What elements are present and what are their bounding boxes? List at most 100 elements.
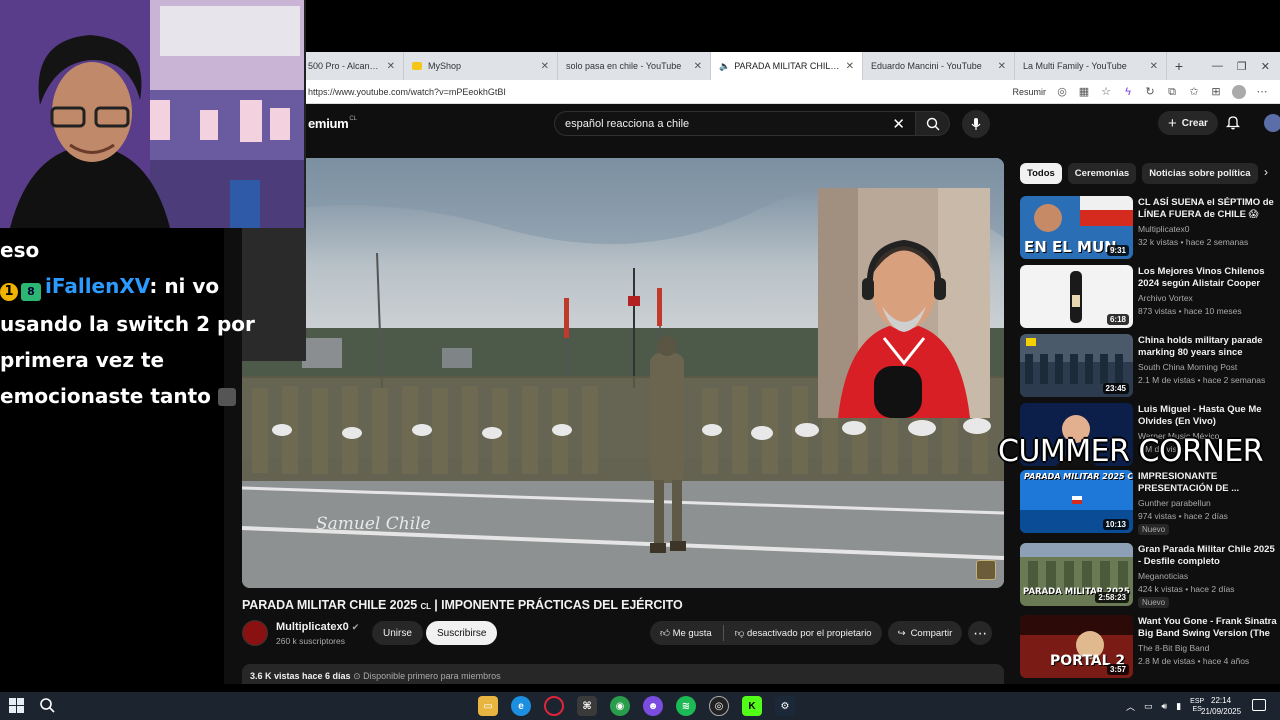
subscribe-button[interactable]: Suscribirse — [426, 621, 498, 645]
taskbar-apps: ▭ e ⌘ ◉ ☻ ≋ ◎ K ⚙ — [478, 696, 795, 716]
thumbnail-caption: PARADA MILITAR 2025 CHILE — [1024, 472, 1133, 481]
battery-icon[interactable]: ▮ — [1176, 701, 1181, 712]
favorites-icon[interactable]: ✩ — [1188, 86, 1200, 98]
tab-label: MyShop — [428, 61, 462, 71]
chat-badges: 18 — [0, 270, 45, 306]
split-view-icon[interactable]: ⧉ — [1166, 86, 1178, 98]
extension-icon[interactable]: ϟ — [1122, 86, 1134, 98]
tab-2[interactable]: solo pasa en chile - YouTube ✕ — [558, 52, 711, 80]
refresh-icon[interactable]: ↻ — [1144, 86, 1156, 98]
file-explorer-icon[interactable]: ▭ — [478, 696, 498, 716]
rec-meta: 424 k vistas • hace 2 días — [1138, 584, 1235, 594]
browser-tab-bar: 500 Pro - Alcantara ✕ MyShop ✕ solo pasa… — [300, 52, 1280, 80]
minimize-icon[interactable]: — — [1212, 60, 1223, 73]
chat-username: iFallenXV — [45, 274, 150, 298]
network-icon[interactable]: ▭ — [1144, 701, 1153, 712]
discord-icon[interactable]: ☻ — [643, 696, 663, 716]
volume-icon[interactable]: 🔊︎ — [1162, 701, 1168, 712]
notification-center-icon[interactable] — [1252, 699, 1266, 711]
recommendation-item[interactable]: 6:18 Los Mejores Vinos Chilenos 2024 seg… — [1020, 265, 1280, 329]
taskbar-clock[interactable]: 22:14 21/09/2025 — [1201, 695, 1241, 717]
description-box[interactable]: 3.6 K vistas hace 6 días ⊙ Disponible pr… — [242, 664, 1004, 684]
chip-politics-news[interactable]: Noticias sobre política — [1142, 163, 1258, 184]
kick-icon[interactable]: K — [742, 696, 762, 716]
recommendation-item[interactable]: 23:45 China holds military parade markin… — [1020, 334, 1280, 398]
share-button[interactable]: ↪ Compartir — [887, 621, 963, 645]
taskbar-search-icon[interactable] — [40, 698, 55, 718]
notifications-button[interactable] — [1225, 114, 1241, 135]
duration-badge: 2:58:23 — [1095, 592, 1129, 603]
translate-icon[interactable]: ◎ — [1056, 86, 1068, 98]
share-arrow-icon: ↪ — [897, 627, 906, 639]
channel-name[interactable]: Multiplicatex0 ✔ — [276, 621, 359, 633]
chat-line: 1 8 iFallenXV: ni vo — [0, 268, 265, 306]
more-actions-button[interactable]: ⋯ — [968, 621, 993, 645]
steam-icon[interactable]: ⚙ — [775, 696, 795, 716]
new-tab-plus-icon[interactable]: + — [1167, 58, 1191, 74]
obs-icon[interactable]: ◎ — [709, 696, 729, 716]
tab-0[interactable]: 500 Pro - Alcantara ✕ — [300, 52, 404, 80]
youtube-logo[interactable]: emiumCL — [308, 116, 357, 131]
bookmark-star-icon[interactable]: ☆ — [1100, 86, 1112, 98]
chrome-icon[interactable]: ◉ — [610, 696, 630, 716]
tab-3-active[interactable]: 🔈 PARADA MILITAR CHILE 20 ✕ — [711, 52, 863, 80]
search-box[interactable]: español reacciona a chile ✕ — [554, 111, 916, 136]
clock-date: 21/09/2025 — [1201, 707, 1242, 716]
streamer-webcam-image — [0, 0, 304, 228]
chip-ceremonies[interactable]: Ceremonias — [1067, 163, 1137, 184]
channel-avatar[interactable] — [242, 620, 268, 646]
search-input[interactable]: español reacciona a chile — [565, 118, 892, 130]
close-icon[interactable]: ✕ — [846, 61, 854, 72]
rec-meta: 873 vistas • hace 10 meses — [1138, 306, 1242, 316]
tray-chevron-icon[interactable]: ︿ — [1126, 700, 1135, 713]
opera-icon[interactable] — [544, 696, 564, 716]
video-actions: 👍︎ Me gusta 👎︎ desactivado por el propie… — [650, 621, 993, 645]
maximize-icon[interactable]: ❐ — [1237, 60, 1247, 73]
search-button[interactable] — [916, 111, 950, 136]
windows-start-icon[interactable] — [9, 698, 24, 713]
tab-5[interactable]: La Multi Family - YouTube ✕ — [1015, 52, 1167, 80]
reactor-facecam-image — [818, 188, 990, 418]
apps-icon[interactable]: ▦ — [1078, 86, 1090, 98]
close-icon[interactable]: ✕ — [998, 61, 1006, 72]
logo-country: CL — [349, 116, 357, 122]
account-avatar[interactable] — [1264, 114, 1280, 132]
chevron-right-icon[interactable]: › — [1264, 165, 1268, 179]
address-bar: https://www.youtube.com/watch?v=mPEeokhG… — [300, 80, 1280, 104]
edge-browser-icon[interactable]: e — [511, 696, 531, 716]
tab-4[interactable]: Eduardo Mancini - YouTube ✕ — [863, 52, 1015, 80]
close-icon[interactable]: ✕ — [694, 61, 702, 72]
new-badge: Nuevo — [1138, 524, 1170, 535]
close-icon[interactable]: ✕ — [1150, 61, 1158, 72]
recommendation-item[interactable]: PARADA MILITAR 2025 2:58:23 Gran Parada … — [1020, 543, 1280, 608]
video-player[interactable]: Samuel Chile — [242, 158, 1004, 588]
tab-label: 500 Pro - Alcantara — [308, 61, 381, 71]
rec-meta: 974 vistas • hace 2 días — [1138, 511, 1228, 521]
app-icon[interactable]: ⌘ — [577, 696, 597, 716]
window-close-icon[interactable]: ✕ — [1261, 60, 1270, 73]
dislike-button[interactable]: 👎︎ desactivado por el propietario — [735, 627, 872, 639]
clear-search-icon[interactable]: ✕ — [892, 115, 905, 133]
tab-1[interactable]: MyShop ✕ — [404, 52, 558, 80]
close-icon[interactable]: ✕ — [387, 61, 395, 72]
url-field[interactable]: https://www.youtube.com/watch?v=mPEeokhG… — [308, 87, 506, 97]
voice-search-button[interactable] — [962, 110, 990, 138]
recommendation-item[interactable]: EN EL MUN 9:31 CL ASÍ SUENA el SÉPTIMO d… — [1020, 196, 1280, 260]
collections-icon[interactable]: ⊞ — [1210, 86, 1222, 98]
like-button[interactable]: 👍︎ Me gusta — [660, 627, 712, 639]
profile-avatar[interactable] — [1232, 84, 1246, 99]
tab-label: Eduardo Mancini - YouTube — [871, 61, 982, 71]
spotify-icon[interactable]: ≋ — [676, 696, 696, 716]
browser-menu-icon[interactable]: ⋯ — [1256, 86, 1268, 98]
rec-title: Luis Miguel - Hasta Que Me Olvides (En V… — [1138, 404, 1262, 427]
chip-all[interactable]: Todos — [1020, 163, 1062, 184]
tab-label: La Multi Family - YouTube — [1023, 61, 1127, 71]
close-icon[interactable]: ✕ — [541, 61, 549, 72]
resume-button[interactable]: Resumir — [1012, 87, 1046, 97]
create-button[interactable]: + Crear — [1158, 111, 1218, 135]
desktop: 500 Pro - Alcantara ✕ MyShop ✕ solo pasa… — [0, 0, 1280, 720]
recommendation-item[interactable]: PARADA MILITAR 2025 CHILE 10:13 IMPRESIO… — [1020, 470, 1280, 535]
join-button[interactable]: Unirse — [372, 621, 423, 645]
speaker-icon[interactable]: 🔈 — [719, 61, 730, 72]
recommendation-item[interactable]: PORTAL 2 3:57 Want You Gone - Frank Sina… — [1020, 615, 1280, 679]
